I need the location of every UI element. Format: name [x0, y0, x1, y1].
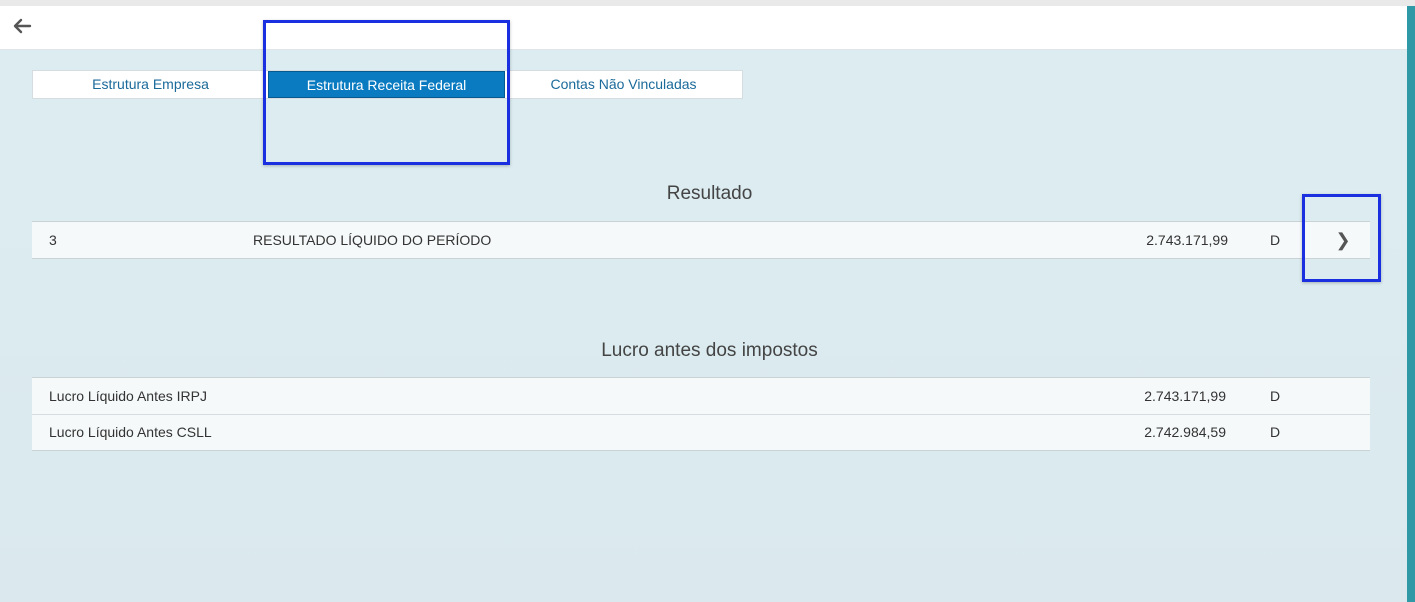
back-button[interactable]	[10, 14, 34, 38]
lucro-value: 2.742.984,59	[1144, 424, 1226, 440]
section-title-resultado: Resultado	[666, 183, 753, 204]
window-edge	[1407, 6, 1415, 602]
section-title-lucro: Lucro antes dos impostos	[601, 340, 818, 361]
table-row: Lucro Líquido Antes IRPJ 2.743.171,99 D	[32, 378, 1370, 414]
table-row: Lucro Líquido Antes CSLL 2.742.984,59 D	[32, 414, 1370, 450]
lucro-name: Lucro Líquido Antes CSLL	[49, 424, 212, 440]
tab-contas-nao-vinculadas[interactable]: Contas Não Vinculadas	[505, 71, 742, 98]
debit-credit-indicator: D	[1270, 232, 1281, 248]
header-bar	[0, 6, 1407, 50]
lucro-value: 2.743.171,99	[1144, 388, 1226, 404]
arrow-left-icon	[13, 18, 32, 34]
account-value: 2.743.171,99	[1146, 232, 1228, 248]
lucro-table: Lucro Líquido Antes IRPJ 2.743.171,99 D …	[32, 377, 1370, 451]
debit-credit-indicator: D	[1270, 424, 1281, 440]
account-code: 3	[49, 232, 57, 248]
chevron-right-icon[interactable]: ❯	[1335, 231, 1351, 249]
resultado-table: 3 RESULTADO LÍQUIDO DO PERÍODO 2.743.171…	[32, 221, 1370, 259]
tab-estrutura-empresa[interactable]: Estrutura Empresa	[33, 71, 268, 98]
tab-estrutura-receita-federal[interactable]: Estrutura Receita Federal	[268, 71, 505, 98]
table-row: 3 RESULTADO LÍQUIDO DO PERÍODO 2.743.171…	[32, 222, 1370, 258]
tab-bar: Estrutura Empresa Estrutura Receita Fede…	[32, 70, 743, 99]
debit-credit-indicator: D	[1270, 388, 1281, 404]
account-description: RESULTADO LÍQUIDO DO PERÍODO	[253, 232, 492, 248]
lucro-name: Lucro Líquido Antes IRPJ	[49, 388, 207, 404]
